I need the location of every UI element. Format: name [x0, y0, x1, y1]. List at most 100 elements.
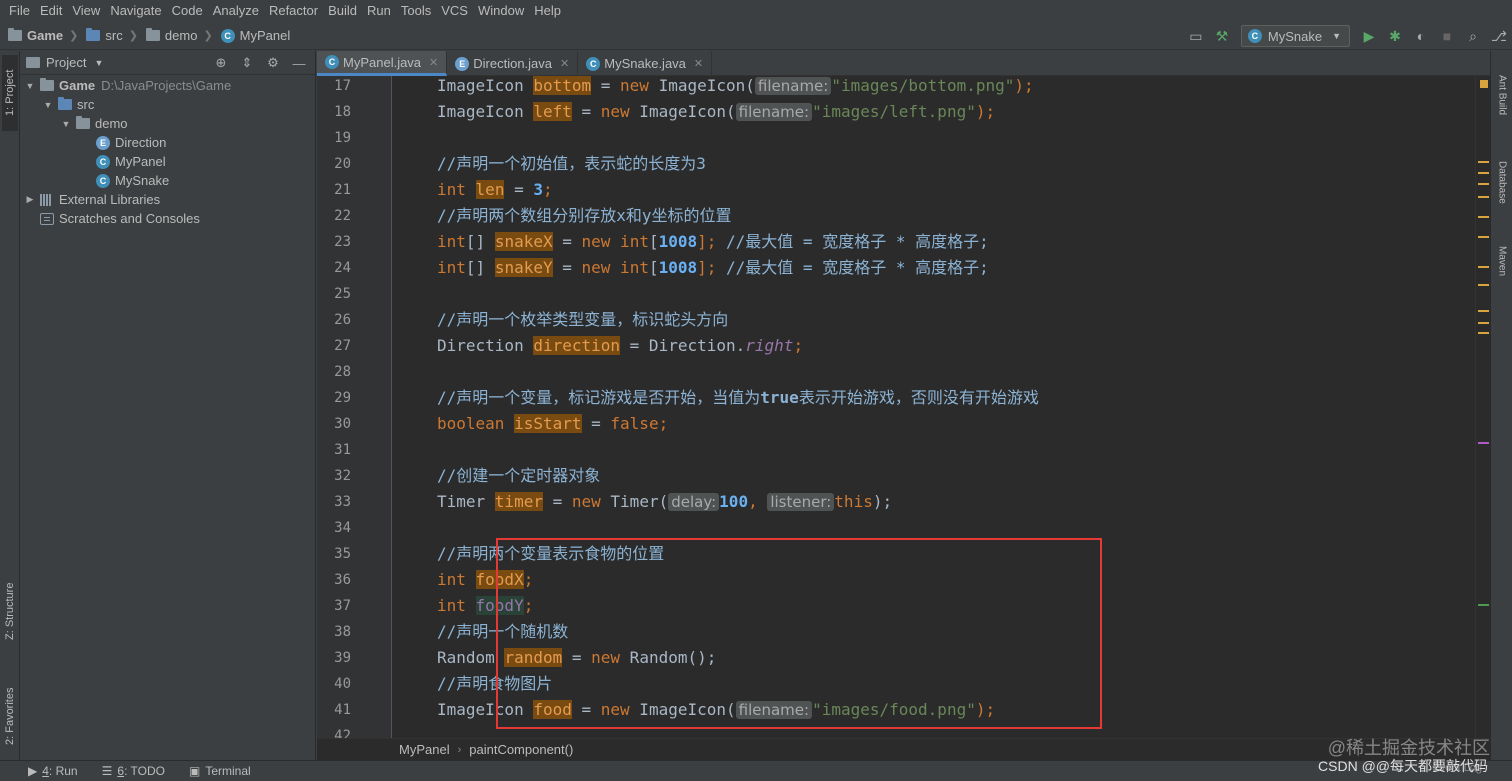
code-editor[interactable]: 17 18 19 20 21 22 23 24 25 26 27 28 29 3… — [317, 76, 1490, 738]
hide-icon[interactable]: — — [289, 54, 309, 72]
tree-item-label: MyPanel — [115, 154, 166, 169]
search-icon[interactable]: ⌕ — [1460, 23, 1486, 49]
line-number: 20 — [334, 156, 351, 172]
debug-icon[interactable]: ✱ — [1382, 23, 1408, 49]
stripe-mark[interactable] — [1478, 172, 1489, 174]
tool-window-maven[interactable]: Maven — [1494, 231, 1510, 291]
locate-icon[interactable]: ⊕ — [211, 54, 231, 72]
crumb-game[interactable]: Game ❯ — [0, 28, 78, 43]
stripe-mark[interactable] — [1478, 216, 1489, 218]
line-number: 17 — [334, 78, 351, 94]
tool-window-favorites[interactable]: 2: Favorites — [2, 671, 18, 761]
menu-analyze[interactable]: Analyze — [208, 0, 264, 22]
line-number: 30 — [334, 416, 351, 432]
menu-help[interactable]: Help — [529, 0, 566, 22]
crumb-label: demo — [164, 28, 198, 43]
chevron-right-icon: ❯ — [128, 30, 138, 42]
stripe-mark[interactable] — [1478, 236, 1489, 238]
stripe-mark[interactable] — [1478, 161, 1489, 163]
stripe-mark[interactable] — [1478, 604, 1489, 606]
code-line: int[] snakeX = new int[1008]; //最大值 = 宽度… — [437, 229, 989, 255]
tab-mypanel-java[interactable]: C MyPanel.java ✕ — [317, 51, 448, 76]
collapse-all-icon[interactable]: ⇕ — [237, 54, 257, 72]
tool-window-todo[interactable]: ☰ 6: TODO — [102, 764, 165, 778]
tree-item-mysnake[interactable]: C MySnake — [96, 171, 169, 190]
watermark-text: CSDN @@每天都要敲代码 — [1318, 758, 1488, 774]
menu-build[interactable]: Build — [323, 0, 362, 22]
warning-indicator-icon[interactable] — [1480, 80, 1488, 88]
editor-tab-bar: C MyPanel.java ✕ E Direction.java ✕ C My… — [317, 51, 1490, 76]
crumb-demo[interactable]: demo ❯ — [138, 28, 213, 43]
tree-item-scratches[interactable]: Scratches and Consoles — [40, 209, 200, 228]
stripe-mark[interactable] — [1478, 183, 1489, 185]
build-hammer-icon[interactable]: ⚒ — [1209, 23, 1235, 49]
project-panel-title[interactable]: Project — [46, 55, 86, 70]
breadcrumb-class[interactable]: MyPanel — [399, 742, 450, 757]
token-number: 100 — [719, 492, 749, 511]
line-number: 33 — [334, 494, 351, 510]
chevron-down-icon[interactable]: ▼ — [94, 58, 103, 68]
close-icon[interactable]: ✕ — [694, 57, 703, 70]
stripe-mark[interactable] — [1478, 284, 1489, 286]
tab-mysnake-java[interactable]: C MySnake.java ✕ — [578, 51, 713, 76]
tree-item-external-libraries[interactable]: ▶ External Libraries — [24, 190, 161, 209]
library-icon — [40, 193, 54, 206]
line-number: 24 — [334, 260, 351, 276]
crumb-src[interactable]: src ❯ — [78, 28, 138, 43]
coverage-icon[interactable]: ◐ — [1408, 23, 1434, 49]
token-keyword: int — [437, 570, 476, 589]
run-configuration-dropdown[interactable]: C MySnake ▼ — [1240, 25, 1350, 47]
menu-tools[interactable]: Tools — [396, 0, 436, 22]
token-op: = — [581, 414, 611, 433]
tab-direction-java[interactable]: E Direction.java ✕ — [447, 51, 579, 76]
menu-edit[interactable]: Edit — [35, 0, 67, 22]
tool-window-project[interactable]: 1: Project — [2, 55, 18, 131]
tool-window-run[interactable]: ▶ 4: Run — [28, 764, 78, 778]
breadcrumb-method[interactable]: paintComponent() — [469, 742, 573, 757]
annotation-highlight-box — [496, 538, 1102, 729]
token-op: = — [552, 258, 582, 277]
tool-window-structure[interactable]: Z: Structure — [2, 571, 18, 651]
token-keyword: int — [437, 180, 466, 199]
token-keyword: new — [620, 76, 649, 95]
error-stripe[interactable] — [1475, 76, 1490, 738]
menu-code[interactable]: Code — [167, 0, 208, 22]
run-icon[interactable]: ▶ — [1356, 23, 1382, 49]
stripe-mark[interactable] — [1478, 310, 1489, 312]
terminal-icon: ▣ — [188, 764, 201, 778]
menu-view[interactable]: View — [67, 0, 105, 22]
stripe-mark[interactable] — [1478, 442, 1489, 444]
stripe-mark[interactable] — [1478, 266, 1489, 268]
menu-window[interactable]: Window — [473, 0, 529, 22]
stripe-mark[interactable] — [1478, 332, 1489, 334]
tool-window-database[interactable]: Database — [1494, 147, 1510, 217]
gear-icon[interactable]: ⚙ — [263, 54, 283, 72]
menu-refactor[interactable]: Refactor — [264, 0, 323, 22]
token-ctor: ImageIcon( — [648, 76, 755, 95]
tree-item-src[interactable]: ▼ src — [42, 95, 94, 114]
tree-item-direction[interactable]: E Direction — [96, 133, 166, 152]
module-path: D:\JavaProjects\Game — [101, 78, 232, 93]
close-icon[interactable]: ✕ — [560, 57, 569, 70]
project-structure-icon[interactable]: ▭ — [1183, 23, 1209, 49]
token-field: len — [475, 180, 505, 199]
close-icon[interactable]: ✕ — [429, 56, 438, 69]
menu-navigate[interactable]: Navigate — [105, 0, 166, 22]
tree-item-mypanel[interactable]: C MyPanel — [96, 152, 166, 171]
tree-item-game[interactable]: ▼ Game D:\JavaProjects\Game — [24, 76, 231, 95]
stripe-mark[interactable] — [1478, 322, 1489, 324]
left-tool-strip: 1: Project Z: Structure 2: Favorites — [0, 51, 20, 761]
vcs-icon[interactable]: ⎇ — [1486, 23, 1512, 49]
tab-label: MyPanel.java — [343, 54, 422, 70]
tool-window-terminal[interactable]: ▣ Terminal — [189, 764, 251, 778]
code-text-area[interactable]: ImageIcon bottom = new ImageIcon(filenam… — [392, 76, 1472, 738]
menu-vcs[interactable]: VCS — [436, 0, 473, 22]
tool-window-ant-build[interactable]: Ant Build — [1494, 59, 1510, 131]
crumb-mypanel[interactable]: C MyPanel — [213, 28, 290, 43]
line-number: 31 — [334, 442, 351, 458]
menu-file[interactable]: File — [4, 0, 35, 22]
stripe-mark[interactable] — [1478, 196, 1489, 198]
menu-run[interactable]: Run — [362, 0, 396, 22]
stop-icon[interactable]: ■ — [1434, 23, 1460, 49]
tree-item-demo[interactable]: ▼ demo — [60, 114, 128, 133]
